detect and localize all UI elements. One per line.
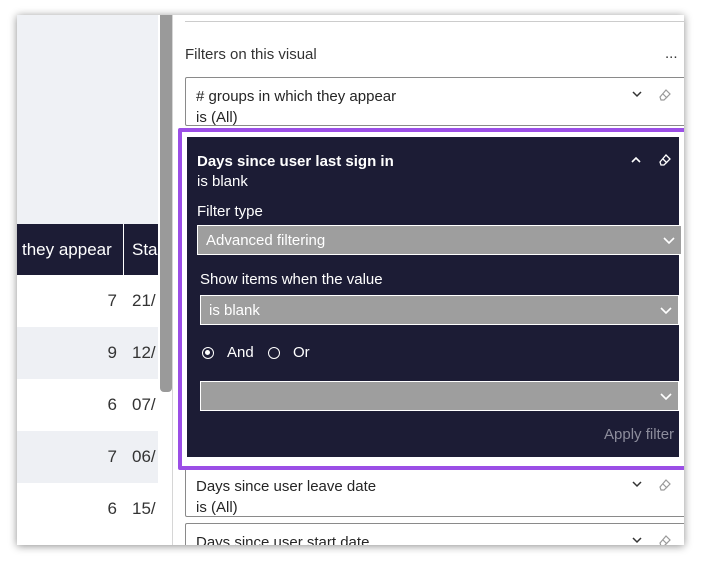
condition-dropdown[interactable]: is blank	[200, 295, 679, 325]
table-row[interactable]: 6 07/	[17, 379, 158, 431]
divider	[185, 21, 684, 22]
chevron-down-icon[interactable]	[630, 88, 644, 100]
column-header-start[interactable]: Sta	[132, 240, 158, 260]
chevron-up-icon[interactable]	[629, 154, 643, 166]
highlight-outline: Days since user last sign in is blank Fi…	[178, 128, 684, 470]
filter-card-leave-date[interactable]: Days since user leave date is (All)	[185, 467, 684, 517]
filter-card-title: Days since user start date	[196, 534, 370, 545]
cell-date: 06/	[132, 447, 156, 466]
filters-pane-title: Filters on this visual	[185, 46, 317, 63]
table-header: they appear Sta	[17, 224, 158, 275]
cell-count: 9	[107, 343, 117, 362]
column-header-groups[interactable]: they appear	[22, 240, 112, 260]
or-label[interactable]: Or	[293, 344, 310, 361]
cell-count: 7	[107, 447, 117, 466]
table-visual: they appear Sta 7 21/ 9 12/ 6 07/ 7 06/ …	[17, 224, 158, 545]
table-row[interactable]: 6 15/	[17, 483, 158, 535]
eraser-icon[interactable]	[657, 87, 673, 103]
and-radio[interactable]	[202, 347, 214, 359]
show-items-label: Show items when the value	[200, 271, 383, 288]
condition-value: is blank	[209, 302, 260, 319]
vertical-scrollbar[interactable]	[160, 15, 172, 392]
eraser-icon[interactable]	[657, 533, 673, 545]
filter-card-title: # groups in which they appear	[196, 88, 397, 105]
table-row[interactable]: 9 12/	[17, 327, 158, 379]
filter-card-summary: is (All)	[196, 499, 238, 516]
and-label[interactable]: And	[227, 344, 254, 361]
filter-type-dropdown[interactable]: Advanced filtering	[197, 225, 682, 255]
or-radio[interactable]	[268, 347, 280, 359]
filter-card-groups[interactable]: # groups in which they appear is (All)	[185, 77, 684, 126]
filter-card-summary: is (All)	[196, 109, 238, 126]
filter-card-start-date[interactable]: Days since user start date	[185, 523, 684, 545]
report-canvas	[17, 15, 158, 224]
table-row[interactable]: 7 21/	[17, 275, 158, 327]
more-options-icon[interactable]: ...	[665, 45, 678, 62]
eraser-icon[interactable]	[657, 477, 673, 493]
app-frame: they appear Sta 7 21/ 9 12/ 6 07/ 7 06/ …	[17, 15, 684, 545]
cell-date: 15/	[132, 499, 156, 518]
chevron-down-icon	[663, 237, 675, 245]
cell-count: 7	[107, 291, 117, 310]
eraser-icon[interactable]	[657, 152, 673, 168]
chevron-down-icon[interactable]	[630, 534, 644, 545]
filter-type-value: Advanced filtering	[206, 232, 326, 249]
chevron-down-icon	[660, 393, 672, 401]
filters-pane: Filters on this visual ... # groups in w…	[173, 15, 684, 545]
filter-card-title: Days since user last sign in	[197, 153, 394, 170]
column-divider[interactable]	[123, 224, 124, 275]
cell-date: 07/	[132, 395, 156, 414]
filter-card-summary: is blank	[197, 173, 248, 190]
cell-count: 6	[107, 395, 117, 414]
filter-card-last-sign-in[interactable]: Days since user last sign in is blank Fi…	[186, 136, 682, 458]
chevron-down-icon[interactable]	[630, 478, 644, 490]
cell-date: 12/	[132, 343, 156, 362]
cell-date: 21/	[132, 291, 156, 310]
chevron-down-icon	[660, 307, 672, 315]
second-condition-dropdown[interactable]	[200, 381, 679, 411]
filter-card-title: Days since user leave date	[196, 478, 377, 495]
filter-type-label: Filter type	[197, 203, 263, 220]
table-row[interactable]: 7 06/	[17, 431, 158, 483]
apply-filter-button[interactable]: Apply filter	[604, 426, 674, 443]
cell-count: 6	[107, 499, 117, 518]
